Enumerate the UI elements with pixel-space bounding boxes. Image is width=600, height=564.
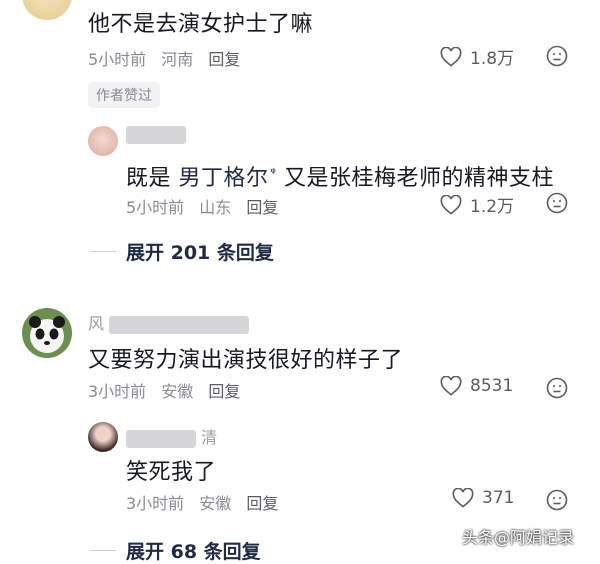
dislike-icon[interactable] bbox=[546, 45, 568, 67]
reply-text: 笑死我了 bbox=[126, 460, 217, 485]
username: 风 bbox=[88, 310, 250, 334]
username-text: 清 bbox=[201, 428, 218, 447]
reply-text-suffix: 又是张桂梅老师的精神支柱 bbox=[283, 166, 554, 191]
panda-icon bbox=[29, 316, 65, 353]
comment-location: 安徽 bbox=[161, 382, 194, 401]
reply-meta: 3小时前 安徽 回复 bbox=[126, 490, 288, 514]
heart-icon bbox=[440, 46, 462, 67]
reply-time: 5小时前 bbox=[126, 198, 185, 217]
username-text: 风 bbox=[88, 314, 105, 333]
like-button[interactable]: 371 bbox=[452, 488, 514, 508]
username: 清 bbox=[126, 424, 217, 448]
divider bbox=[90, 251, 116, 252]
reply-location: 山东 bbox=[199, 198, 232, 217]
comment-text: 他不是去演女护士了嘛 bbox=[88, 12, 314, 37]
search-icon: ᵠ bbox=[270, 165, 277, 181]
reply-button[interactable]: 回复 bbox=[208, 382, 240, 401]
search-link[interactable]: 男丁格尔 bbox=[179, 166, 269, 191]
like-count: 371 bbox=[482, 488, 515, 508]
divider bbox=[90, 550, 116, 551]
author-liked-badge: 作者赞过 bbox=[88, 82, 160, 108]
like-count: 1.8万 bbox=[470, 49, 515, 69]
expand-replies-label: 展开 201 条回复 bbox=[126, 242, 274, 264]
expand-replies-button[interactable]: 展开 68 条回复 bbox=[90, 537, 261, 564]
comment-meta: 5小时前 河南 回复 bbox=[88, 46, 250, 70]
avatar[interactable] bbox=[88, 126, 118, 156]
dislike-icon[interactable] bbox=[546, 192, 568, 214]
comment-text: 又要努力演出演技很好的样子了 bbox=[88, 348, 404, 373]
like-count: 8531 bbox=[470, 376, 514, 396]
comment-time: 3小时前 bbox=[88, 382, 147, 401]
reply-meta: 5小时前 山东 回复 bbox=[126, 194, 288, 218]
reply-time: 3小时前 bbox=[126, 494, 185, 513]
panda-avatar[interactable] bbox=[22, 308, 72, 358]
dislike-icon[interactable] bbox=[546, 377, 568, 399]
reply-button[interactable]: 回复 bbox=[246, 198, 278, 217]
avatar[interactable] bbox=[22, 0, 72, 20]
expand-replies-label: 展开 68 条回复 bbox=[126, 541, 261, 563]
like-button[interactable]: 1.2万 bbox=[440, 192, 514, 217]
dislike-icon[interactable] bbox=[546, 489, 568, 511]
reply-text-prefix: 既是 bbox=[126, 166, 172, 191]
username bbox=[126, 124, 186, 144]
heart-icon bbox=[440, 376, 462, 396]
avatar[interactable] bbox=[88, 422, 118, 452]
heart-icon bbox=[452, 488, 474, 508]
comment-location: 河南 bbox=[161, 50, 194, 69]
like-count: 1.2万 bbox=[470, 197, 515, 217]
reply-location: 安徽 bbox=[199, 494, 232, 513]
reply-text: 既是 男丁格尔 ᵠ 又是张桂梅老师的精神支柱 bbox=[126, 160, 554, 192]
heart-icon bbox=[440, 194, 462, 215]
like-button[interactable]: 1.8万 bbox=[440, 44, 514, 69]
reply-button[interactable]: 回复 bbox=[208, 50, 240, 69]
reply-button[interactable]: 回复 bbox=[246, 494, 278, 513]
comment-time: 5小时前 bbox=[88, 50, 147, 69]
watermark: 头条@阿娟记录 bbox=[462, 528, 575, 547]
expand-replies-button[interactable]: 展开 201 条回复 bbox=[90, 238, 274, 265]
comment-meta: 3小时前 安徽 回复 bbox=[88, 378, 250, 402]
like-button[interactable]: 8531 bbox=[440, 376, 513, 396]
